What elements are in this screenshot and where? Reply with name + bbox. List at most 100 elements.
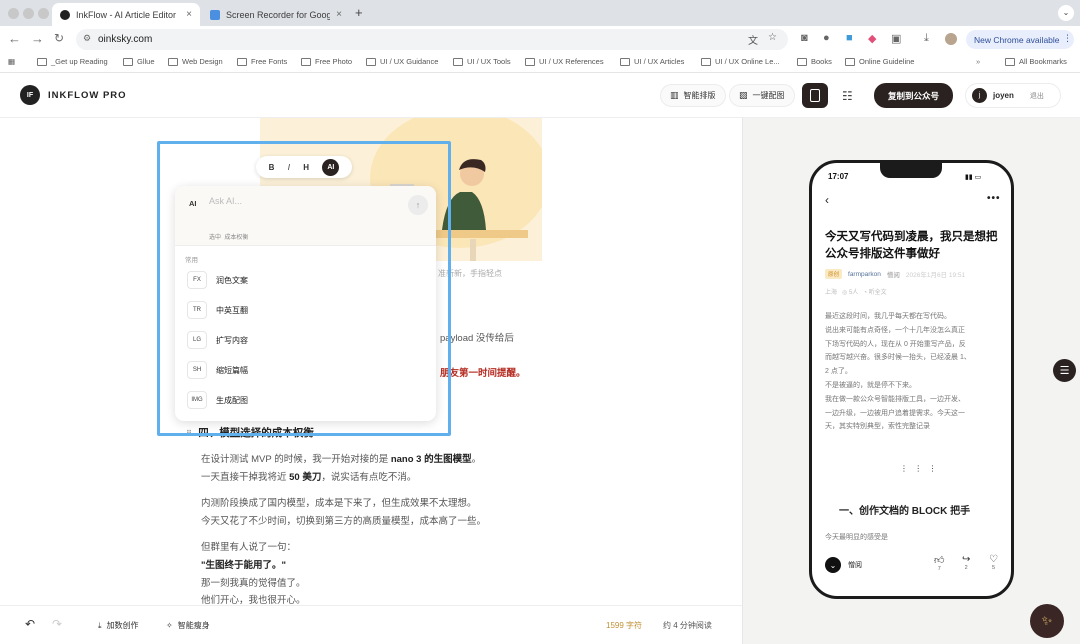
ai-action-shorten[interactable]: SH 缩短篇幅 (187, 360, 248, 380)
kebab-menu-icon[interactable]: ⋮ (1063, 33, 1072, 44)
undo-icon[interactable]: ↶ (25, 617, 35, 631)
close-icon[interactable]: × (336, 9, 342, 20)
browser-tab-inkflow[interactable]: InkFlow - AI Article Editor × (52, 3, 200, 26)
bookmark-item[interactable]: UI / UX Articles (620, 57, 684, 66)
bookmark-item[interactable]: UI / UX Online Le... (701, 57, 780, 66)
folder-icon (366, 57, 376, 66)
folder-icon (301, 57, 311, 66)
phone-icon (810, 89, 820, 102)
bookmark-item[interactable]: Free Photo (301, 57, 352, 66)
folder-icon (37, 57, 47, 66)
window-minimize-dot[interactable] (23, 8, 34, 19)
read-count: 5人 (848, 290, 859, 296)
profile-avatar-icon[interactable] (945, 33, 957, 45)
context-text: 成本权衡 (224, 235, 249, 241)
bookmark-label: UI / UX Guidance (380, 57, 439, 66)
star-icon[interactable]: ☆ (768, 32, 777, 43)
back-arrow-icon[interactable]: ← (8, 31, 21, 46)
reload-icon[interactable]: ↻ (54, 31, 64, 45)
back-arrow-icon[interactable]: ‹ (825, 193, 829, 207)
ai-action-polish[interactable]: FX 润色文案 (187, 270, 248, 290)
forward-arrow-icon[interactable]: → (31, 31, 44, 46)
listen-label[interactable]: 听全文 (869, 290, 887, 296)
body-line: 我在做一款公众号智能排版工具，一边开发、 (825, 395, 965, 403)
bookmark-item[interactable]: UI / UX Tools (453, 57, 511, 66)
italic-button[interactable]: I (288, 163, 290, 172)
address-bar[interactable]: ⚙ oinksky.com 文 ☆ (76, 29, 788, 50)
window-close-dot[interactable] (8, 8, 19, 19)
all-bookmarks[interactable]: All Bookmarks (1005, 57, 1067, 66)
reads-icon: ◎ (842, 290, 848, 296)
inkflow-favicon-icon (60, 9, 70, 20)
send-icon[interactable]: ↑ (408, 195, 428, 215)
bookmark-item[interactable]: Free Fonts (237, 57, 287, 66)
extension-icon[interactable]: ■ (846, 32, 853, 44)
share-button[interactable]: ↪ 2 (962, 554, 970, 571)
ai-action-translate[interactable]: TR 中英互翻 (187, 300, 248, 320)
bookmark-item[interactable]: Gllue (123, 57, 155, 66)
outline-toggle-icon[interactable]: ☰ (1053, 359, 1076, 382)
bookmark-item[interactable]: _Get up Reading (37, 57, 108, 66)
add-creation-label: 加数创作 (106, 621, 139, 630)
app-logo[interactable]: IF (20, 85, 40, 105)
bookmark-item[interactable]: Online Guideline (845, 57, 914, 66)
download-icon[interactable]: ⤓ (924, 32, 929, 45)
article-meta-secondary: 上海 ◎ 5人 ◔ 听全文 (825, 287, 887, 296)
new-chrome-available-button[interactable]: New Chrome available ⋮ (966, 30, 1074, 49)
new-tab-button[interactable]: + (355, 5, 363, 20)
body-line: 不是被逼的，就是停不下来。 (825, 381, 916, 389)
bookmark-item[interactable]: UI / UX References (525, 57, 604, 66)
ai-action-generate-image[interactable]: IMG 生成配图 (187, 390, 248, 410)
bookmark-item[interactable]: Web Design (168, 57, 223, 66)
extension-icon[interactable]: ◆ (868, 32, 876, 45)
folder-icon (525, 57, 535, 66)
selection-context: 选中 成本权衡 (209, 232, 248, 241)
ai-prompt-input[interactable]: Ask AI... (209, 196, 242, 206)
author-name[interactable]: farmparkon (848, 271, 881, 278)
user-menu[interactable]: j joyen 退出 (965, 83, 1061, 108)
bookmark-item[interactable]: UI / UX Guidance (366, 57, 438, 66)
window-zoom-dot[interactable] (38, 8, 49, 19)
copy-to-wechat-button[interactable]: 复制到公众号 (874, 83, 953, 108)
article-title: 今天又写代码到凌晨，我只是想把公众号排版这件事做好 (825, 231, 998, 260)
smart-slim-button[interactable]: ✧ 智能瘦身 (166, 620, 210, 631)
more-bookmarks-icon[interactable]: » (976, 57, 980, 66)
like-button[interactable]: 👍︎ 7 (934, 554, 944, 572)
share-icon: ↪ (962, 554, 971, 565)
action-code-badge: LG (187, 331, 207, 349)
camera-icon[interactable]: ◙ (801, 32, 808, 44)
drag-handle-icon[interactable]: ⠿ (186, 429, 192, 438)
heart-button[interactable]: ♡ 5 (989, 554, 998, 571)
body-line: 一边升级，一边被用户追着提需求。今天这一 (825, 409, 965, 417)
article-body: 最近这段时间，我几乎每天都在写代码。 说出来可能有点奇怪，一个十几年没怎么真正 … (825, 310, 1003, 434)
close-icon[interactable]: × (186, 9, 192, 20)
heading-button[interactable]: H (303, 163, 309, 172)
author-footer[interactable]: ⌄ 憎阅 (825, 557, 862, 573)
highlighted-fragment: 朋友第一时间提醒。 (440, 368, 526, 379)
action-code-badge: IMG (187, 391, 207, 409)
phone-preview[interactable]: 17:07 ▮▮ ▭ ‹ ••• 今天又写代码到凌晨，我只是想把公众号排版这件事… (809, 160, 1014, 599)
one-click-image-button[interactable]: ▨ 一键配图 (729, 84, 795, 107)
browser-tab-recorder[interactable]: Screen Recorder for Google D × (202, 3, 350, 26)
phone-preview-toggle[interactable] (802, 83, 828, 108)
folder-icon (1005, 57, 1015, 66)
site-info-icon[interactable]: ⚙ (83, 33, 91, 44)
add-creation-button[interactable]: ⤓ 加数创作 (98, 620, 139, 631)
puzzle-icon[interactable]: ▣ (891, 32, 901, 45)
tab-search-icon[interactable]: ⌄ (1058, 5, 1074, 21)
more-icon[interactable]: ••• (987, 193, 1001, 204)
redo-icon[interactable]: ↷ (52, 617, 62, 631)
ai-button[interactable]: AI (322, 158, 340, 176)
bold-button[interactable]: B (269, 163, 275, 172)
one-click-image-label: 一键配图 (752, 91, 785, 100)
ai-action-expand[interactable]: LG 扩写内容 (187, 330, 248, 350)
translate-icon[interactable]: 文 (748, 32, 758, 47)
smart-layout-button[interactable]: ▥ 智能排版 (660, 84, 726, 107)
bookmark-item[interactable]: Books (797, 57, 832, 66)
apps-icon[interactable]: ▦ (8, 57, 15, 66)
extension-icon[interactable]: ● (823, 32, 830, 44)
text-run: 一天直接干掉我将近 (201, 472, 290, 483)
logout-link[interactable]: 退出 (1030, 91, 1044, 101)
magic-assistant-button[interactable]: ✨︎ (1030, 604, 1064, 638)
sliders-icon[interactable]: ☷ (842, 89, 853, 103)
